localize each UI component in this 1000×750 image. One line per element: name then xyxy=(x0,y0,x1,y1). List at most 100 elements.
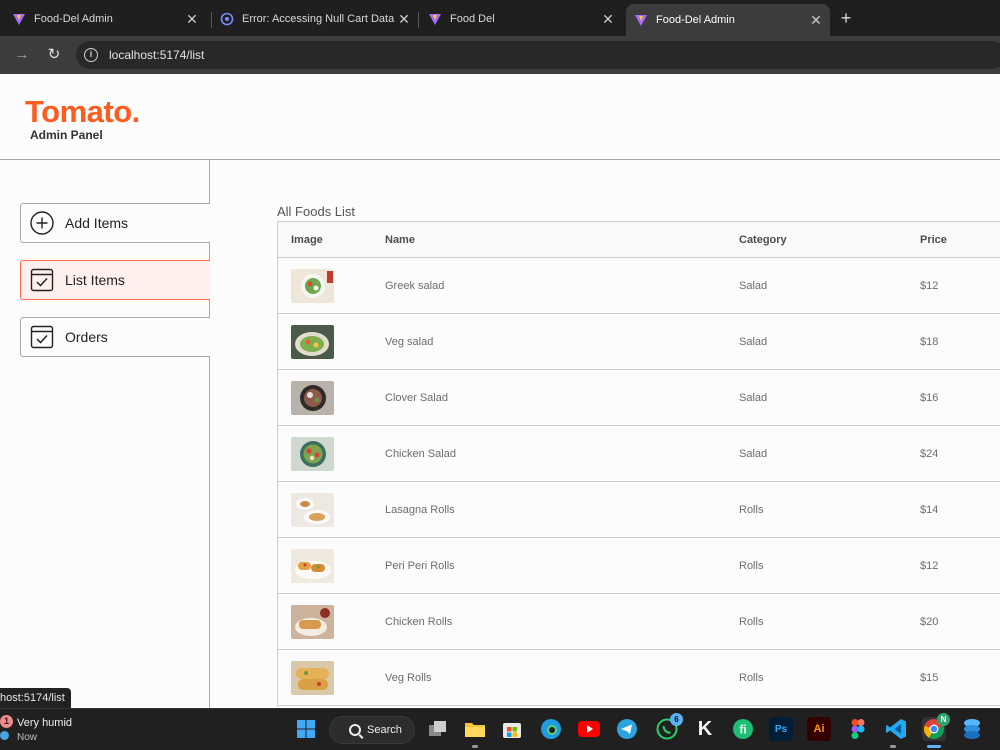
food-name: Veg Rolls xyxy=(385,671,432,684)
food-price: $12 xyxy=(920,279,939,292)
sidebar-item-list-items[interactable]: List Items xyxy=(20,260,210,300)
tab-error-null-cart[interactable]: Error: Accessing Null Cart Data ✕ xyxy=(212,4,418,34)
sidebar-item-orders[interactable]: Orders xyxy=(20,317,210,357)
column-header-price: Price xyxy=(920,233,947,246)
forward-arrow-icon[interactable]: → xyxy=(12,45,32,65)
food-name: Chicken Salad xyxy=(385,447,456,460)
task-view-icon[interactable] xyxy=(426,717,450,741)
tab-title: Food-Del Admin xyxy=(34,13,113,25)
table-row: Lasagna Rolls Rolls $14 xyxy=(278,482,1000,538)
add-circle-icon xyxy=(30,211,54,235)
tab-title: Error: Accessing Null Cart Data xyxy=(242,13,395,25)
food-name: Peri Peri Rolls xyxy=(385,559,455,572)
tab-separator xyxy=(418,12,419,28)
checklist-icon xyxy=(30,268,54,292)
admin-navbar: Tomato. Admin Panel xyxy=(0,74,1000,160)
taskbar-search[interactable]: Search xyxy=(329,716,415,744)
column-header-image: Image xyxy=(291,233,323,246)
food-price: $15 xyxy=(920,671,939,684)
figma-icon[interactable] xyxy=(846,717,870,741)
food-category: Salad xyxy=(739,447,768,460)
table-row: Veg salad Salad $18 xyxy=(278,314,1000,370)
sidebar-item-label: Orders xyxy=(65,329,108,345)
food-price: $12 xyxy=(920,559,939,572)
food-price: $20 xyxy=(920,615,939,628)
food-price: $16 xyxy=(920,391,939,404)
weather-subtext: Now xyxy=(17,732,38,743)
tab-close-icon[interactable]: ✕ xyxy=(396,11,412,28)
food-thumbnail xyxy=(291,268,334,303)
food-name: Chicken Rolls xyxy=(385,615,453,628)
logo: Tomato. xyxy=(25,94,140,129)
status-url-tooltip: host:5174/list xyxy=(0,688,71,708)
food-thumbnail xyxy=(291,436,334,471)
table-row: Clover Salad Salad $16 xyxy=(278,370,1000,426)
active-app-indicator xyxy=(927,745,941,748)
new-tab-button[interactable]: + xyxy=(836,8,856,28)
vscode-icon[interactable] xyxy=(884,717,908,741)
search-icon xyxy=(349,724,361,736)
sidebar-item-label: Add Items xyxy=(65,215,129,231)
windows-taskbar: 1 Very humid Now Search 6 K fi Ps Ai N xyxy=(0,708,1000,750)
admin-app: Tomato. Admin Panel Add Items List Items… xyxy=(0,74,1000,708)
food-name: Lasagna Rolls xyxy=(385,503,455,516)
food-thumbnail xyxy=(291,380,334,415)
file-explorer-icon[interactable] xyxy=(463,717,487,741)
whatsapp-icon[interactable]: 6 xyxy=(655,713,683,741)
vite-icon xyxy=(13,14,25,25)
vite-icon xyxy=(429,14,441,25)
food-category: Rolls xyxy=(739,559,764,572)
address-bar[interactable]: i localhost:5174/list xyxy=(76,41,1000,69)
column-header-category: Category xyxy=(739,233,787,246)
running-indicator xyxy=(472,745,478,748)
food-thumbnail xyxy=(291,660,334,695)
site-info-icon[interactable]: i xyxy=(84,48,98,62)
tab-food-del-admin-1[interactable]: Food-Del Admin ✕ xyxy=(0,4,206,34)
weather-text: Very humid xyxy=(17,717,73,729)
running-indicator xyxy=(890,745,896,748)
windows-start-icon[interactable] xyxy=(294,717,318,741)
food-thumbnail xyxy=(291,324,334,359)
sidebar-item-add-items[interactable]: Add Items xyxy=(20,203,210,243)
table-row: Peri Peri Rolls Rolls $12 xyxy=(278,538,1000,594)
browser-toolbar: → ↻ i localhost:5174/list xyxy=(0,36,1000,74)
checklist-icon xyxy=(30,325,54,349)
food-thumbnail xyxy=(291,604,334,639)
tab-close-icon[interactable]: ✕ xyxy=(184,11,200,28)
fiverr-icon[interactable]: fi xyxy=(731,717,755,741)
edge-icon[interactable] xyxy=(539,717,563,741)
k-app-icon[interactable]: K xyxy=(693,717,717,741)
microsoft-store-icon[interactable] xyxy=(500,717,524,741)
list-title: All Foods List xyxy=(277,204,356,219)
browser-tab-strip: Food-Del Admin ✕ Error: Accessing Null C… xyxy=(0,0,1000,36)
youtube-icon[interactable] xyxy=(577,717,601,741)
illustrator-icon[interactable]: Ai xyxy=(807,717,831,741)
reload-icon[interactable]: ↻ xyxy=(44,45,64,65)
logo-subtitle: Admin Panel xyxy=(30,128,103,142)
tab-food-del[interactable]: Food Del ✕ xyxy=(420,4,622,34)
vite-icon xyxy=(635,15,647,26)
address-url[interactable]: localhost:5174/list xyxy=(109,48,204,62)
chrome-icon[interactable]: N xyxy=(922,713,950,741)
photoshop-icon[interactable]: Ps xyxy=(769,717,793,741)
food-name: Veg salad xyxy=(385,335,434,348)
food-price: $24 xyxy=(920,447,939,460)
tab-title: Food Del xyxy=(450,13,495,25)
table-row: Greek salad Salad $12 xyxy=(278,258,1000,314)
tab-food-del-admin-active[interactable]: Food-Del Admin ✕ xyxy=(626,4,830,36)
stack-app-icon[interactable] xyxy=(960,717,984,741)
table-row: Chicken Salad Salad $24 xyxy=(278,426,1000,482)
food-category: Salad xyxy=(739,335,768,348)
food-category: Rolls xyxy=(739,671,764,684)
table-header-row: Image Name Category Price xyxy=(278,222,1000,258)
tab-close-icon[interactable]: ✕ xyxy=(600,11,616,28)
telegram-icon[interactable] xyxy=(615,717,639,741)
weather-icon xyxy=(0,731,9,740)
tab-close-icon[interactable]: ✕ xyxy=(808,12,824,29)
sidebar: Add Items List Items Orders xyxy=(0,160,210,708)
column-header-name: Name xyxy=(385,233,415,246)
food-category: Salad xyxy=(739,279,768,292)
chrome-profile-badge: N xyxy=(937,713,950,726)
food-list-table: Image Name Category Price Greek salad Sa… xyxy=(277,221,1000,706)
food-name: Clover Salad xyxy=(385,391,448,404)
